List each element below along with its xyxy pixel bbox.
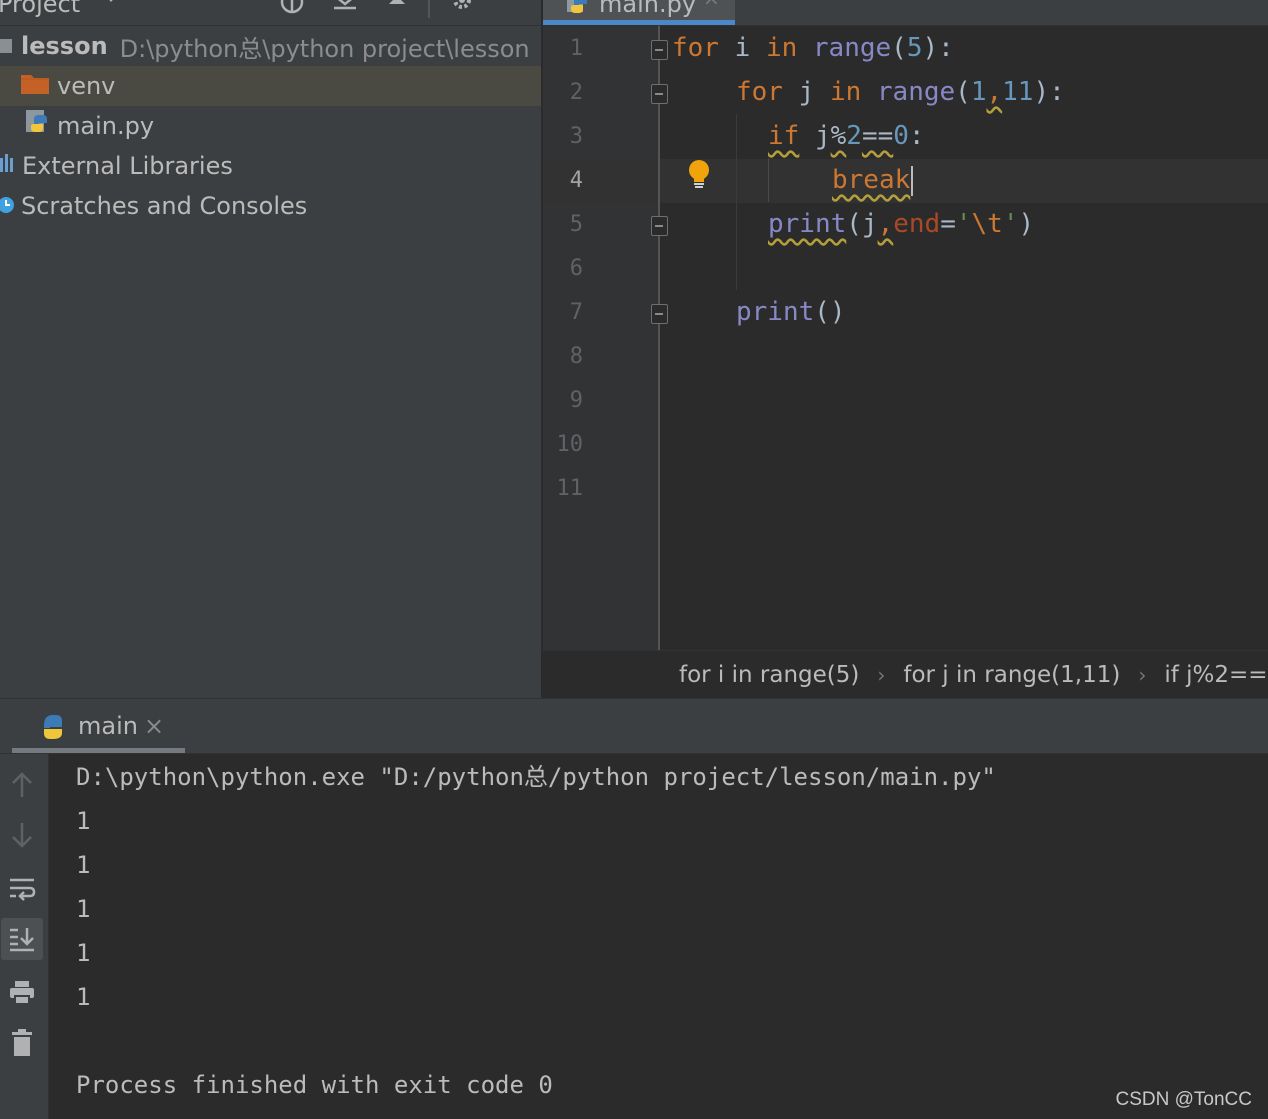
module-icon: [0, 32, 14, 60]
library-icon: [0, 152, 16, 180]
gutter-separator: [658, 26, 660, 650]
tab-main-py[interactable]: main.py ×: [543, 0, 735, 25]
console-line: 1: [76, 895, 91, 923]
breadcrumb-item[interactable]: for i in range(5): [679, 662, 859, 688]
run-tool-header: main ×: [0, 698, 1268, 754]
up-arrow-icon[interactable]: [1, 764, 43, 806]
code-line-1: for i in range(5):: [672, 33, 954, 63]
watermark: CSDN @TonCC: [1115, 1089, 1252, 1110]
line-number: 8: [569, 344, 583, 369]
line-number: 5: [569, 212, 583, 237]
line-number: 2: [569, 80, 583, 105]
console-line: 1: [76, 983, 91, 1011]
run-toolbar: [0, 754, 49, 1119]
line-number: 1: [569, 36, 583, 61]
tree-item-label: main.py: [57, 112, 155, 140]
line-number-gutter: [543, 26, 659, 650]
code-line-7: print(): [736, 297, 846, 327]
console-line: Process finished with exit code 0: [76, 1071, 553, 1099]
code-line-3: if j%2==0:: [768, 121, 925, 151]
line-number: 9: [569, 388, 583, 413]
breadcrumb-item[interactable]: if j%2==0: [1164, 662, 1268, 688]
text-caret: [911, 166, 913, 196]
tree-item-main-py[interactable]: main.py: [0, 106, 541, 146]
tree-item-label: External Libraries: [22, 152, 233, 180]
tree-item-lesson[interactable]: lesson D:\python总\python project\lesson: [0, 26, 541, 66]
python-file-icon: [24, 109, 52, 143]
chevron-right-icon: ›: [1138, 662, 1147, 687]
scroll-to-end-icon[interactable]: [1, 918, 43, 960]
folder-icon: [20, 71, 50, 101]
tab-label: main.py: [599, 0, 697, 18]
close-icon[interactable]: ×: [703, 0, 720, 10]
print-icon[interactable]: [1, 972, 43, 1014]
tree-item-label: lesson: [21, 32, 108, 60]
tree-item-external-libraries[interactable]: External Libraries: [0, 146, 541, 186]
gear-icon[interactable]: [448, 0, 476, 16]
console-output[interactable]: D:\python\python.exe "D:/python总/python …: [50, 754, 1268, 1119]
run-tab-main[interactable]: main ×: [12, 699, 185, 753]
chevron-right-icon: ›: [877, 662, 886, 687]
console-line: D:\python\python.exe "D:/python总/python …: [76, 763, 996, 791]
editor-tab-bar: main.py ×: [543, 0, 1268, 26]
toolbar-divider: [428, 0, 430, 18]
breadcrumb-item[interactable]: for j in range(1,11): [903, 662, 1120, 688]
tab-active-indicator: [543, 20, 735, 25]
fold-marker[interactable]: [651, 84, 668, 104]
python-file-icon: [565, 0, 591, 20]
line-number: 11: [556, 476, 584, 501]
tree-item-label: Scratches and Consoles: [21, 192, 308, 220]
tree-item-venv[interactable]: venv: [0, 66, 541, 106]
fold-marker[interactable]: [651, 216, 668, 236]
console-line: 1: [76, 851, 91, 879]
line-number: 7: [569, 300, 583, 325]
code-line-4: break: [832, 165, 911, 195]
run-tab-label: main: [78, 712, 138, 740]
python-icon: [38, 713, 68, 745]
collapse-all-icon[interactable]: [383, 0, 411, 16]
line-number: 6: [569, 256, 583, 281]
locate-icon[interactable]: [278, 0, 306, 16]
fold-marker[interactable]: [651, 40, 668, 60]
soft-wrap-icon[interactable]: [1, 868, 43, 910]
chevron-down-icon[interactable]: [104, 0, 118, 2]
code-line-5: print(j,end='\t'): [768, 209, 1035, 239]
line-number: 3: [569, 124, 583, 149]
fold-marker[interactable]: [651, 304, 668, 324]
tree-item-path: D:\python总\python project\lesson: [119, 34, 530, 63]
down-arrow-icon[interactable]: [1, 814, 43, 856]
expand-all-icon[interactable]: [331, 0, 359, 16]
trash-icon[interactable]: [1, 1022, 43, 1064]
code-line-2: for j in range(1,11):: [736, 77, 1065, 107]
line-number-current: 4: [569, 168, 583, 193]
tab-active-indicator: [12, 748, 185, 753]
code-editor[interactable]: 1 2 3 4 5 6 7 8 9 10 11 for i in range(5…: [543, 26, 1268, 650]
project-panel: Project lesson D:\python总\python project…: [0, 0, 541, 698]
console-line: 1: [76, 807, 91, 835]
line-number: 10: [556, 432, 584, 457]
console-line: 1: [76, 939, 91, 967]
tree-item-label: venv: [57, 72, 116, 100]
bulb-icon[interactable]: [688, 160, 710, 194]
tree-item-scratches[interactable]: Scratches and Consoles: [0, 186, 541, 226]
project-view-selector[interactable]: Project: [0, 0, 80, 18]
indent-guide: [768, 158, 769, 202]
indent-guide: [736, 114, 737, 290]
breadcrumb: for i in range(5) › for j in range(1,11)…: [543, 650, 1268, 698]
project-header: Project: [0, 0, 541, 26]
scratch-icon: [0, 191, 16, 221]
close-icon[interactable]: ×: [144, 712, 164, 740]
